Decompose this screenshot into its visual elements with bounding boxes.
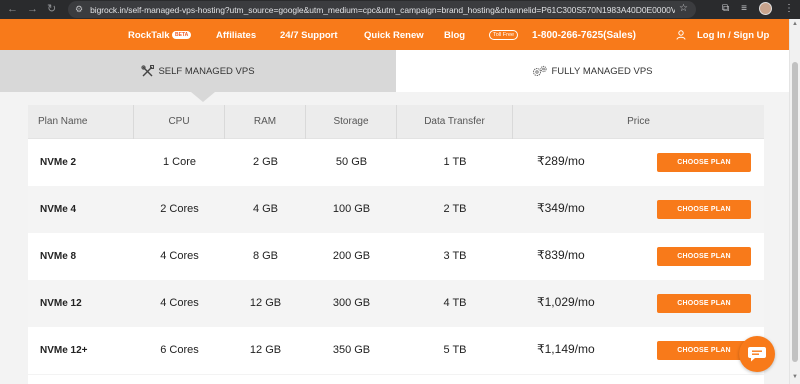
plan-ram: 4 GB	[252, 203, 279, 215]
plan-price: ₹1,149/mo	[537, 342, 595, 356]
nav-quick-renew[interactable]: Quick Renew	[364, 30, 424, 41]
nav-rocktalk[interactable]: RockTalk	[128, 30, 170, 41]
tab-self-managed[interactable]: SELF MANAGED VPS	[0, 50, 396, 92]
plan-cpu: 1 Core	[162, 156, 197, 168]
plan-transfer: 2 TB	[443, 203, 467, 215]
toll-free-badge: Toll Free	[489, 30, 519, 40]
plan-cpu: 6 Cores	[160, 344, 199, 356]
table-row: NVMe 12+ 6 Cores 12 GB 350 GB 5 TB ₹1,14…	[28, 327, 764, 374]
browser-nav: ← → ↻	[0, 4, 66, 15]
tab-fully-managed-label: FULLY MANAGED VPS	[551, 65, 653, 77]
plan-transfer: 3 TB	[443, 250, 467, 262]
table-row: NVMe 4 2 Cores 4 GB 100 GB 2 TB ₹349/mo …	[28, 186, 764, 233]
extensions-icon[interactable]: ⧉	[722, 3, 729, 14]
site-header: RockTalk BETA Affiliates 24/7 Support Qu…	[0, 19, 789, 50]
plan-name: NVMe 2	[40, 157, 77, 168]
plan-name: NVMe 8	[40, 251, 77, 262]
plan-price: ₹289/mo	[537, 154, 585, 168]
beta-badge: BETA	[172, 31, 192, 39]
vps-type-tabs: SELF MANAGED VPS FULLY MANAGED VPS	[0, 50, 789, 92]
plan-name: NVMe 4	[40, 204, 77, 215]
plan-cpu: 2 Cores	[160, 203, 199, 215]
plan-ram: 12 GB	[249, 297, 282, 309]
plan-price: ₹839/mo	[537, 248, 585, 262]
tools-icon	[141, 64, 155, 76]
col-ram: RAM	[225, 105, 306, 139]
col-storage: Storage	[306, 105, 397, 139]
choose-plan-button[interactable]: CHOOSE PLAN	[657, 200, 751, 219]
browser-actions: ⧉ ≡ ⋮	[722, 2, 794, 15]
reading-list-icon[interactable]: ≡	[741, 3, 747, 14]
profile-avatar[interactable]	[759, 2, 772, 15]
back-icon[interactable]: ←	[7, 4, 18, 15]
plan-storage: 200 GB	[332, 250, 371, 262]
address-bar[interactable]: ⚙ bigrock.in/self-managed-vps-hosting?ut…	[68, 1, 696, 18]
plan-ram: 2 GB	[252, 156, 279, 168]
plan-storage: 300 GB	[332, 297, 371, 309]
scroll-down-icon[interactable]: ▼	[792, 374, 798, 380]
login-signup-link[interactable]: Log In / Sign Up	[697, 30, 769, 41]
plan-transfer: 4 TB	[443, 297, 467, 309]
plan-name: NVMe 12+	[40, 345, 88, 356]
page-scrollbar[interactable]: ▲ ▼	[789, 19, 800, 384]
choose-plan-button[interactable]: CHOOSE PLAN	[657, 294, 751, 313]
menu-icon[interactable]: ⋮	[784, 3, 794, 14]
nav-affiliates[interactable]: Affiliates	[216, 30, 256, 41]
forward-icon[interactable]: →	[27, 4, 38, 15]
plan-storage: 350 GB	[332, 344, 371, 356]
nav-blog[interactable]: Blog	[444, 30, 465, 41]
plan-ram: 12 GB	[249, 344, 282, 356]
sales-phone[interactable]: 1-800-266-7625(Sales)	[532, 30, 636, 41]
tab-fully-managed[interactable]: FULLY MANAGED VPS	[396, 50, 789, 92]
active-tab-pointer	[191, 92, 215, 102]
col-cpu: CPU	[134, 105, 225, 139]
tune-icon[interactable]: ⚙	[75, 4, 83, 15]
table-header: Plan Name CPU RAM Storage Data Transfer …	[28, 105, 764, 139]
table-row: NVMe 8 4 Cores 8 GB 200 GB 3 TB ₹839/mo …	[28, 233, 764, 280]
choose-plan-button[interactable]: CHOOSE PLAN	[657, 247, 751, 266]
table-row-partial	[28, 375, 764, 384]
plan-storage: 100 GB	[332, 203, 371, 215]
tab-self-managed-label: SELF MANAGED VPS	[158, 65, 255, 77]
col-data-transfer: Data Transfer	[397, 105, 513, 139]
plan-cpu: 4 Cores	[160, 297, 199, 309]
plan-name: NVMe 12	[40, 298, 82, 309]
nav-support[interactable]: 24/7 Support	[280, 30, 338, 41]
plan-transfer: 1 TB	[443, 156, 467, 168]
table-row: NVMe 12 4 Cores 12 GB 300 GB 4 TB ₹1,029…	[28, 280, 764, 327]
plan-ram: 8 GB	[252, 250, 279, 262]
table-row: NVMe 2 1 Core 2 GB 50 GB 1 TB ₹289/mo CH…	[28, 139, 764, 186]
plan-price: ₹349/mo	[537, 201, 585, 215]
user-icon	[676, 30, 686, 40]
choose-plan-button[interactable]: CHOOSE PLAN	[657, 341, 751, 360]
browser-toolbar: ← → ↻ ⚙ bigrock.in/self-managed-vps-host…	[0, 0, 800, 19]
chat-bubble-icon	[748, 347, 766, 362]
plan-storage: 50 GB	[335, 156, 368, 168]
scrollbar-thumb[interactable]	[792, 62, 798, 362]
choose-plan-button[interactable]: CHOOSE PLAN	[657, 153, 751, 172]
star-icon[interactable]: ☆	[679, 3, 688, 14]
plan-transfer: 5 TB	[443, 344, 467, 356]
url-text[interactable]: bigrock.in/self-managed-vps-hosting?utm_…	[90, 5, 675, 15]
plan-price: ₹1,029/mo	[537, 295, 595, 309]
col-price: Price	[627, 116, 650, 127]
reload-icon[interactable]: ↻	[47, 4, 56, 15]
scroll-up-icon[interactable]: ▲	[792, 21, 798, 27]
col-plan-name: Plan Name	[28, 105, 134, 139]
chat-button[interactable]	[739, 336, 775, 372]
plan-cpu: 4 Cores	[160, 250, 199, 262]
gears-icon	[533, 65, 548, 76]
pricing-table: Plan Name CPU RAM Storage Data Transfer …	[28, 105, 764, 374]
